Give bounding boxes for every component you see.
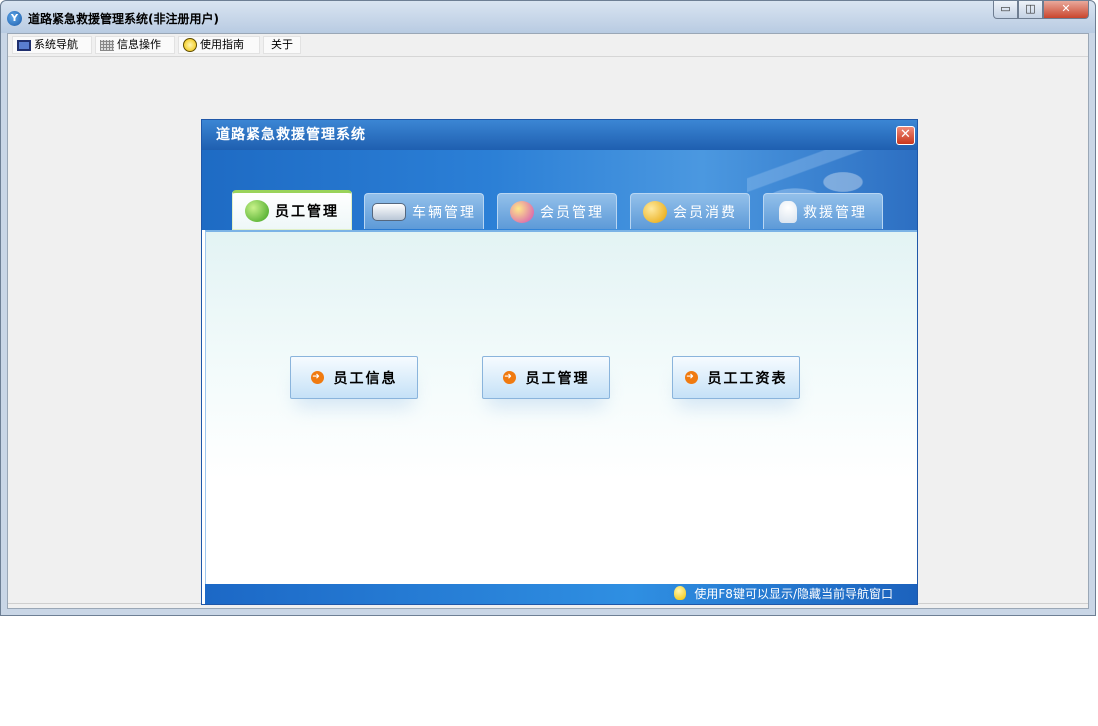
tab-member-management[interactable]: 会员管理 [497, 193, 617, 229]
menu-user-guide[interactable]: 使用指南 [178, 36, 260, 54]
tab-label: 车辆管理 [412, 204, 476, 221]
button-label: 员工信息 [333, 370, 398, 387]
guide-icon [183, 38, 197, 52]
app-logo-icon: Y [7, 11, 22, 26]
consume-icon [643, 200, 667, 223]
tab-rescue-management[interactable]: 救援管理 [763, 193, 883, 229]
button-label: 员工管理 [525, 370, 590, 387]
menu-system-nav[interactable]: 系统导航 [12, 36, 92, 54]
staff-info-button[interactable]: ➜ 员工信息 [290, 356, 418, 399]
member-icon [510, 200, 534, 223]
caption-buttons: ▭ ◫ ✕ [993, 1, 1089, 21]
restore-button[interactable]: ◫ [1018, 1, 1043, 19]
title-bar[interactable]: Y 道路紧急救援管理系统(非注册用户) ▭ ◫ ✕ [1, 1, 1095, 33]
car-icon [372, 202, 406, 221]
menu-about[interactable]: 关于 [263, 36, 301, 54]
menu-label: 关于 [271, 38, 293, 51]
staff-management-button[interactable]: ➜ 员工管理 [482, 356, 610, 399]
nav-dialog: 道路紧急救援管理系统 ✕ 员工管理 车辆管理 会员管理 会员消费 救援管理 ➜ … [201, 119, 918, 605]
tab-content-panel: ➜ 员工信息 ➜ 员工管理 ➜ 员工工资表 [205, 230, 917, 584]
tab-vehicle-management[interactable]: 车辆管理 [364, 193, 484, 229]
grid-icon [100, 39, 114, 51]
footer-hint: 使用F8键可以显示/隐藏当前导航窗口 [694, 587, 893, 601]
arrow-right-icon: ➜ [684, 371, 698, 384]
tab-member-consumption[interactable]: 会员消费 [630, 193, 750, 229]
minimize-button[interactable]: ▭ [993, 1, 1018, 19]
window-title: 道路紧急救援管理系统(非注册用户) [28, 12, 219, 26]
tab-label: 救援管理 [803, 204, 867, 221]
dialog-title[interactable]: 道路紧急救援管理系统 [202, 120, 917, 150]
button-label: 员工工资表 [707, 370, 788, 387]
arrow-right-icon: ➜ [502, 371, 516, 384]
tab-label: 会员管理 [540, 204, 604, 221]
rescue-icon [779, 200, 797, 223]
menu-label: 使用指南 [200, 38, 244, 51]
staff-payroll-button[interactable]: ➜ 员工工资表 [672, 356, 800, 399]
dialog-close-button[interactable]: ✕ [896, 126, 915, 145]
bulb-icon [674, 586, 687, 600]
close-button[interactable]: ✕ [1043, 1, 1089, 19]
menu-label: 信息操作 [117, 38, 161, 51]
nav-icon [17, 39, 31, 51]
menu-label: 系统导航 [34, 38, 78, 51]
tab-staff-management[interactable]: 员工管理 [232, 190, 352, 230]
staff-icon [245, 200, 269, 222]
tab-label: 会员消费 [673, 204, 737, 221]
arrow-right-icon: ➜ [310, 371, 324, 384]
dialog-footer: 使用F8键可以显示/隐藏当前导航窗口 [205, 584, 917, 604]
menu-info-ops[interactable]: 信息操作 [95, 36, 175, 54]
menu-bar: 系统导航 信息操作 使用指南 关于 [8, 34, 1088, 57]
tab-label: 员工管理 [275, 204, 339, 220]
